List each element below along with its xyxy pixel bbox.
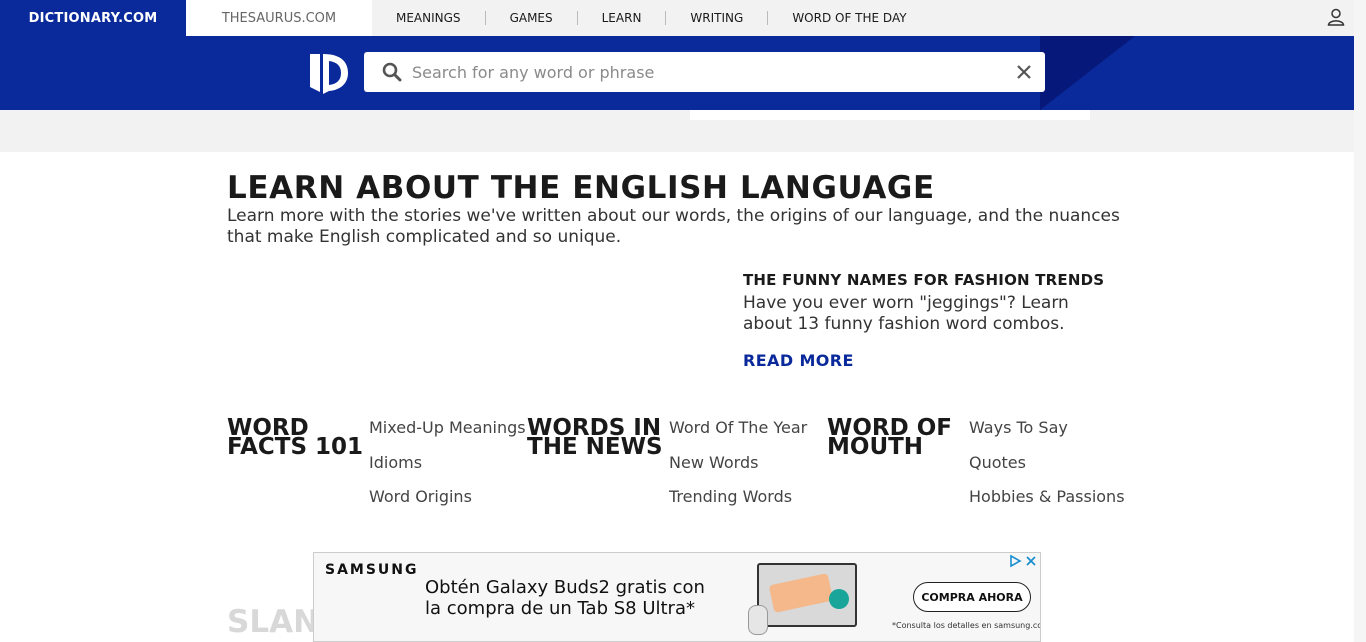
search-input[interactable] xyxy=(412,52,1002,92)
link-new-words[interactable]: New Words xyxy=(669,453,807,488)
dictionary-tab[interactable]: DICTIONARY.COM xyxy=(0,0,186,36)
search-bar xyxy=(364,52,1045,92)
learn-section-title: LEARN ABOUT THE ENGLISH LANGUAGE xyxy=(227,170,935,206)
link-ways-to-say[interactable]: Ways To Say xyxy=(969,418,1125,453)
feature-article-title[interactable]: THE FUNNY NAMES FOR FASHION TRENDS xyxy=(743,271,1104,289)
link-idioms[interactable]: Idioms xyxy=(369,453,526,488)
ad-product-accent-shape xyxy=(829,589,849,609)
search-icon[interactable] xyxy=(382,62,402,82)
link-quotes[interactable]: Quotes xyxy=(969,453,1125,488)
link-trending-words[interactable]: Trending Words xyxy=(669,487,807,522)
ad-product-image xyxy=(757,563,857,627)
user-account-icon[interactable] xyxy=(1326,7,1346,27)
link-hobbies-passions[interactable]: Hobbies & Passions xyxy=(969,487,1125,522)
next-section-title-partial: SLAN xyxy=(227,604,320,640)
dictionary-logo-icon[interactable] xyxy=(307,52,349,94)
advertisement-banner[interactable]: SAMSUNG Obtén Galaxy Buds2 gratis con la… xyxy=(313,552,1041,642)
ad-product-cover-shape xyxy=(768,573,834,613)
category-heading-words-in-the-news: WORDS IN THE NEWS xyxy=(527,415,663,460)
category-links-word-of-mouth: Ways To Say Quotes Hobbies & Passions xyxy=(969,418,1125,522)
menu-item-word-of-the-day[interactable]: WORD OF THE DAY xyxy=(768,11,930,25)
category-heading-word-facts: WORD FACTS 101 xyxy=(227,415,364,460)
clear-search-icon[interactable] xyxy=(1014,62,1034,82)
thesaurus-tab[interactable]: THESAURUS.COM xyxy=(186,0,372,36)
band-shadow-decoration xyxy=(1040,36,1135,110)
header-gray-band xyxy=(0,110,1354,152)
menu-item-learn[interactable]: LEARN xyxy=(578,11,667,25)
ad-brand-logo: SAMSUNG xyxy=(325,562,419,578)
menu-item-games[interactable]: GAMES xyxy=(486,11,578,25)
feature-article-description: Have you ever worn "jeggings"? Learn abo… xyxy=(743,293,1069,334)
ad-headline: Obtén Galaxy Buds2 gratis con la compra … xyxy=(425,577,705,619)
menu-item-writing[interactable]: WRITING xyxy=(666,11,769,25)
read-more-link[interactable]: READ MORE xyxy=(743,351,854,370)
main-menu: MEANINGS GAMES LEARN WRITING WORD OF THE… xyxy=(372,0,931,36)
category-heading-word-of-mouth: WORD OF MOUTH xyxy=(827,415,952,460)
ad-disclaimer: *Consulta los detalles en samsung.com. xyxy=(892,621,1041,630)
link-word-of-the-year[interactable]: Word Of The Year xyxy=(669,418,807,453)
header-white-box xyxy=(690,110,1090,120)
link-mixed-up-meanings[interactable]: Mixed-Up Meanings xyxy=(369,418,526,453)
category-links-word-facts: Mixed-Up Meanings Idioms Word Origins xyxy=(369,418,526,522)
search-band xyxy=(0,36,1354,110)
ad-earbuds-image xyxy=(748,605,768,635)
page-scrollbar[interactable] xyxy=(1354,0,1366,642)
link-word-origins[interactable]: Word Origins xyxy=(369,487,526,522)
menu-item-meanings[interactable]: MEANINGS xyxy=(372,11,486,25)
ad-cta-button[interactable]: COMPRA AHORA xyxy=(913,582,1031,612)
ad-choices-icon[interactable] xyxy=(1008,554,1040,568)
top-navigation: DICTIONARY.COM THESAURUS.COM MEANINGS GA… xyxy=(0,0,1354,36)
category-links-words-in-the-news: Word Of The Year New Words Trending Word… xyxy=(669,418,807,522)
learn-section-description: Learn more with the stories we've writte… xyxy=(227,206,1120,247)
